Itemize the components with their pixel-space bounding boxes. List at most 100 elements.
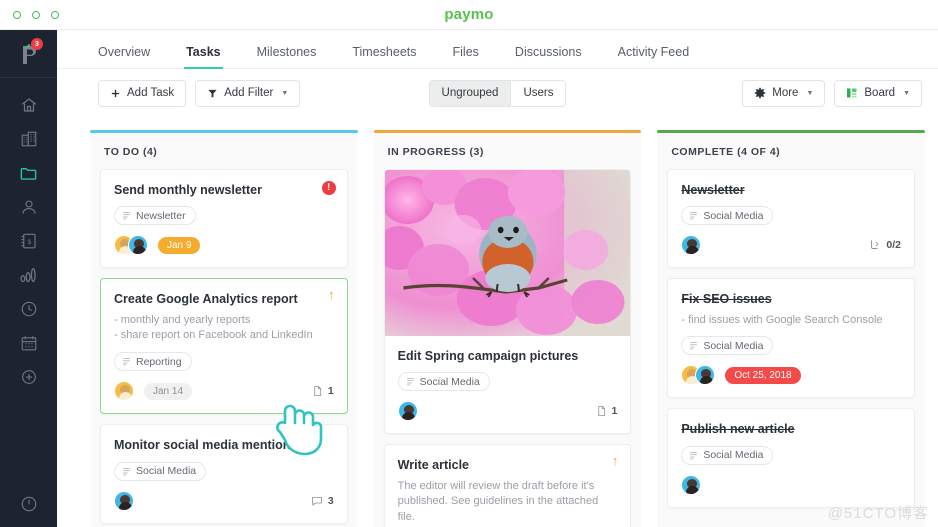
tab-overview[interactable]: Overview <box>98 45 150 68</box>
task-card-selected[interactable]: ↑ Create Google Analytics report - month… <box>100 278 348 415</box>
sidebar-item-invoices[interactable]: $ <box>0 224 57 258</box>
more-button[interactable]: More ▼ <box>742 79 826 107</box>
task-tag-label: Social Media <box>703 339 764 352</box>
avatar[interactable] <box>681 235 702 256</box>
tab-activity-feed[interactable]: Activity Feed <box>618 45 690 68</box>
task-meta-row: 0/2 <box>681 234 901 256</box>
add-task-label: Add Task <box>127 87 175 99</box>
sidebar-item-people[interactable] <box>0 190 57 224</box>
task-tag[interactable]: Social Media <box>681 206 774 226</box>
sidebar-item-reports[interactable] <box>0 258 57 292</box>
invoice-dollar-icon: $ <box>21 233 36 249</box>
task-avatars[interactable] <box>397 401 418 422</box>
task-attachment-count[interactable]: 1 <box>312 385 334 397</box>
toggle-option-users[interactable]: Users <box>510 80 566 106</box>
task-tag-label: Social Media <box>136 465 197 478</box>
plus-icon <box>111 89 120 97</box>
avatar[interactable] <box>114 490 134 511</box>
chevron-down-icon: ▼ <box>281 89 289 97</box>
sidebar-logo[interactable]: 3 <box>0 30 57 78</box>
task-card[interactable]: ! Send monthly newsletter Newsletter Jan… <box>100 169 348 269</box>
task-card[interactable]: Newsletter Social Media 0/2 <box>667 169 916 269</box>
tab-discussions[interactable]: Discussions <box>515 45 582 68</box>
avatar[interactable] <box>128 235 148 256</box>
kanban-board: TO DO (4) ! Send monthly newsletter News… <box>57 130 938 527</box>
task-tag[interactable]: Social Media <box>397 372 490 392</box>
task-avatars[interactable] <box>114 235 148 256</box>
sidebar-item-projects[interactable] <box>0 156 57 190</box>
task-comment-count[interactable]: 3 <box>311 495 334 507</box>
task-card[interactable]: Fix SEO issues - find issues with Google… <box>667 278 916 399</box>
tab-files[interactable]: Files <box>453 45 479 68</box>
grouping-toggle[interactable]: Ungrouped Users <box>428 79 567 107</box>
app-logo: paymo <box>444 6 494 23</box>
mouse-cursor-hand-icon <box>276 404 323 456</box>
tab-timesheets[interactable]: Timesheets <box>352 45 416 68</box>
task-tag-label: Reporting <box>136 355 182 368</box>
column-body[interactable]: COMPLETE (4 of 4) Newsletter Social Medi… <box>657 133 926 527</box>
tab-tasks[interactable]: Tasks <box>184 45 223 69</box>
sidebar-item-home[interactable] <box>0 88 57 122</box>
list-icon <box>690 212 698 220</box>
avatar[interactable] <box>114 381 134 402</box>
task-card[interactable]: Publish new article Social Media <box>667 408 916 508</box>
avatar[interactable] <box>681 474 702 495</box>
priority-up-icon: ↑ <box>611 453 619 469</box>
svg-text:$: $ <box>27 239 31 246</box>
gear-icon <box>754 87 766 99</box>
folder-icon <box>20 167 37 180</box>
column-body[interactable]: TO DO (4) ! Send monthly newsletter News… <box>90 133 358 527</box>
task-due-date[interactable]: Jan 14 <box>144 382 193 400</box>
list-icon <box>123 467 130 475</box>
board-column-complete: COMPLETE (4 of 4) Newsletter Social Medi… <box>657 130 926 527</box>
sidebar-item-power[interactable] <box>0 495 57 513</box>
task-avatars[interactable] <box>114 381 134 402</box>
task-tag-row: Social Media <box>681 445 901 465</box>
task-due-date[interactable]: Jan 9 <box>158 236 201 254</box>
avatar[interactable] <box>695 365 716 386</box>
add-filter-button[interactable]: Add Filter ▼ <box>195 79 301 107</box>
task-tag[interactable]: Social Media <box>114 461 207 481</box>
task-description: - monthly and yearly reports - share rep… <box>114 313 313 342</box>
task-title: Edit Spring campaign pictures <box>397 349 579 363</box>
home-icon <box>21 98 36 112</box>
task-description: The editor will review the draft before … <box>397 479 599 524</box>
task-meta-row: 1 <box>397 400 617 422</box>
task-due-date[interactable]: Oct 25, 2018 <box>725 366 801 384</box>
task-tag[interactable]: Social Media <box>681 445 774 465</box>
add-filter-label: Add Filter <box>224 87 274 99</box>
board-column-in-progress: IN PROGRESS (3) Edit Spring campaign pic… <box>373 130 642 527</box>
task-avatars[interactable] <box>681 235 702 256</box>
bar-chart-icon <box>20 267 36 282</box>
task-tag-row: Social Media <box>681 206 901 226</box>
task-avatars[interactable] <box>681 365 716 386</box>
clock-icon <box>21 301 36 317</box>
task-tag[interactable]: Social Media <box>681 336 774 356</box>
task-tag[interactable]: Newsletter <box>114 206 196 226</box>
task-card[interactable]: ↑ Write article The editor will review t… <box>383 444 632 527</box>
task-tag-row: Social Media <box>397 372 618 392</box>
task-tag[interactable]: Reporting <box>114 352 192 372</box>
sidebar-item-timesheets[interactable] <box>0 292 57 326</box>
column-body[interactable]: IN PROGRESS (3) Edit Spring campaign pic… <box>373 133 642 527</box>
tab-milestones[interactable]: Milestones <box>257 45 317 68</box>
board-column-todo: TO DO (4) ! Send monthly newsletter News… <box>90 130 358 527</box>
avatar[interactable] <box>397 401 418 422</box>
task-title: Publish new article <box>681 422 795 437</box>
sidebar-item-clients[interactable] <box>0 122 57 156</box>
task-attachment-count[interactable]: 1 <box>596 405 617 417</box>
task-card[interactable]: Edit Spring campaign pictures Social Med… <box>383 169 632 435</box>
building-icon <box>21 131 36 147</box>
view-switch-button[interactable]: Board ▼ <box>834 79 922 107</box>
task-subtask-count[interactable]: 0/2 <box>869 239 901 251</box>
title-bar: paymo <box>0 0 938 30</box>
add-task-button[interactable]: Add Task <box>98 79 187 107</box>
toggle-option-ungrouped[interactable]: Ungrouped <box>429 80 511 106</box>
task-avatars[interactable] <box>681 474 702 495</box>
subtask-count-value: 0/2 <box>886 239 902 252</box>
column-title: TO DO (4) <box>104 146 158 158</box>
sidebar-item-calendar[interactable] <box>0 326 57 360</box>
task-meta-row: Jan 9 <box>114 234 334 256</box>
sidebar-item-add[interactable] <box>0 360 57 394</box>
task-avatars[interactable] <box>114 490 134 511</box>
